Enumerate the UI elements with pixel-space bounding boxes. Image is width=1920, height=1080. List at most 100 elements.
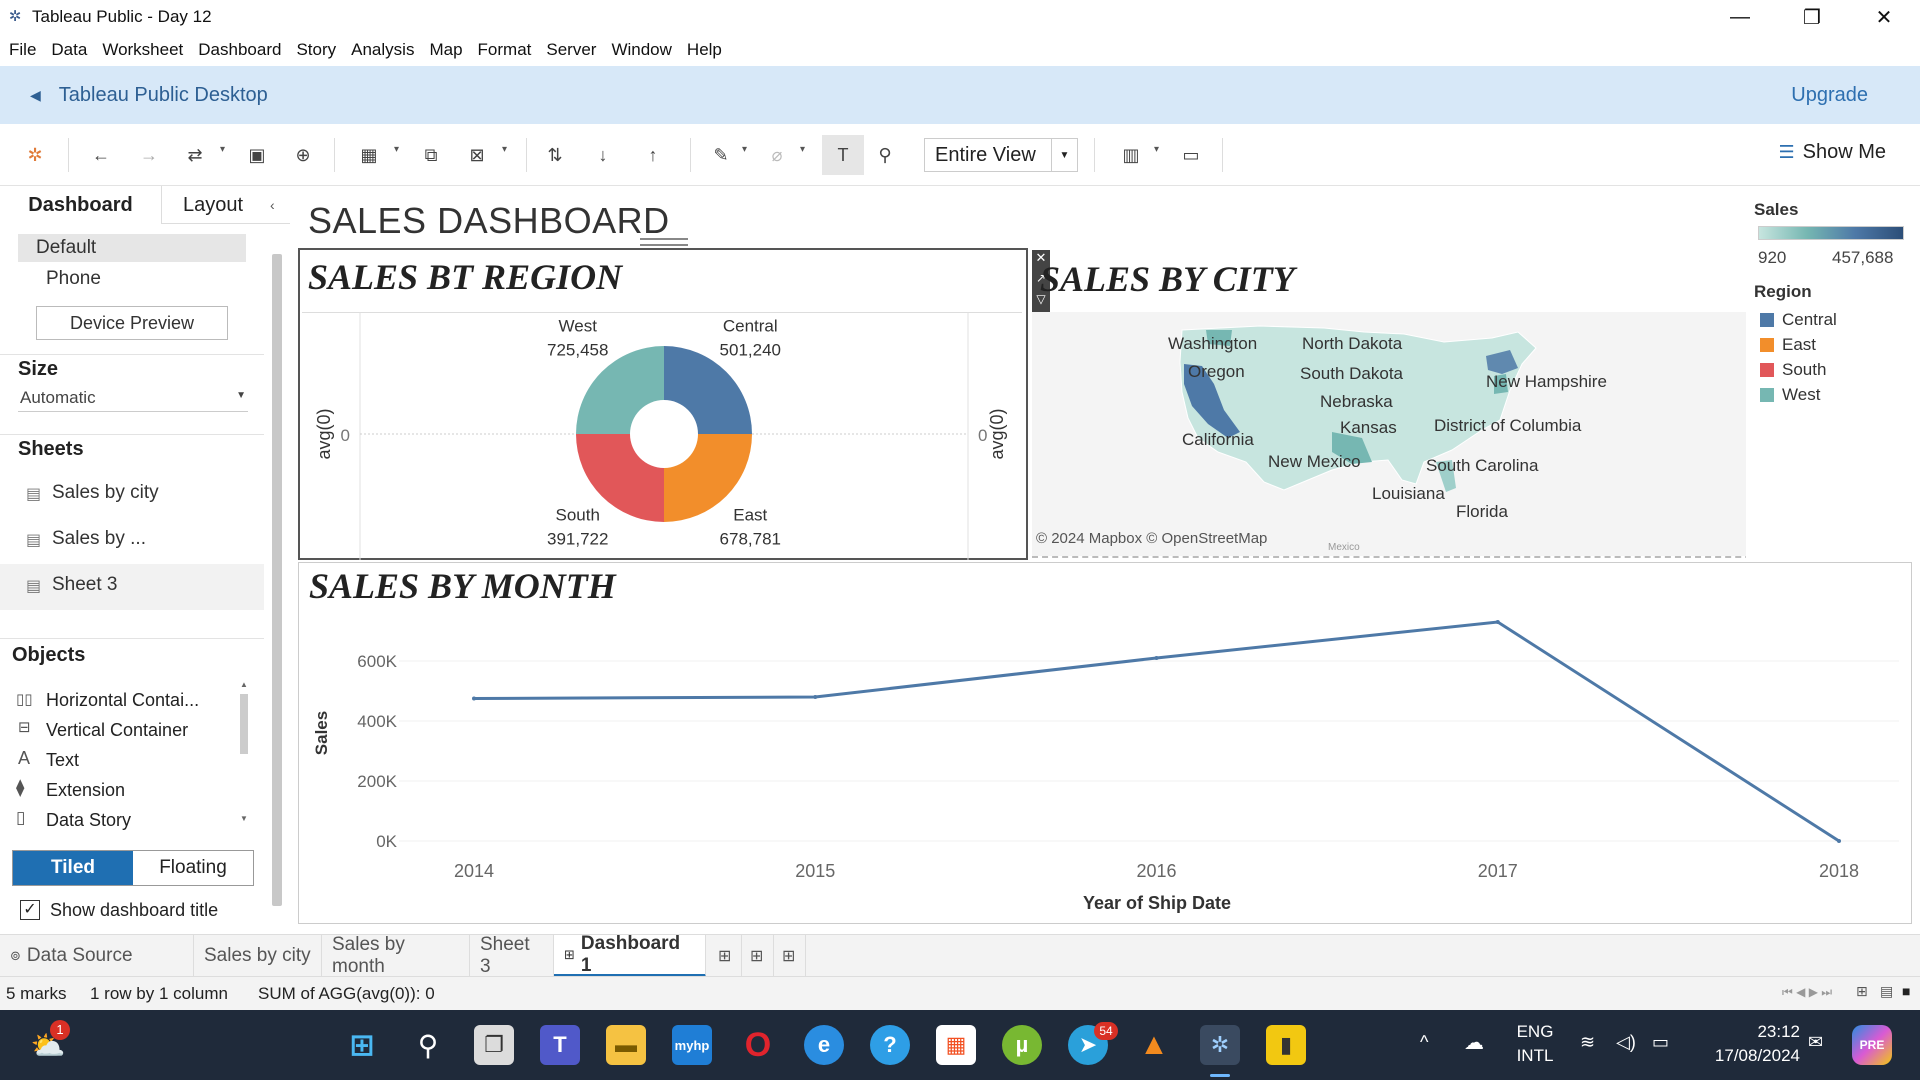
show-sheet-sorter-icon[interactable]: ⊞: [1856, 983, 1868, 1000]
object-item[interactable]: ⊟ Vertical Container: [16, 718, 236, 748]
save-icon[interactable]: ▣: [244, 142, 270, 168]
duplicate-icon[interactable]: ⧉: [418, 142, 444, 168]
presentation-icon[interactable]: ▭: [1178, 142, 1204, 168]
myhp-icon[interactable]: myhp: [672, 1025, 712, 1065]
new-dashboard-icon[interactable]: ⊞: [744, 935, 774, 977]
utorrent-icon[interactable]: µ: [1002, 1025, 1042, 1065]
menu-window[interactable]: Window: [611, 40, 671, 60]
device-default[interactable]: Default: [18, 234, 246, 262]
sheet-item[interactable]: ▤ Sheet 3: [0, 564, 264, 610]
line-point[interactable]: [1154, 656, 1159, 660]
wifi-icon[interactable]: ≋: [1580, 1032, 1595, 1053]
new-sheet-icon[interactable]: ▦: [356, 142, 382, 168]
size-dropdown[interactable]: Automatic ▼: [18, 386, 248, 412]
objects-scrollbar[interactable]: ▲ ▼: [238, 680, 250, 830]
restore-icon[interactable]: ❐: [1782, 0, 1842, 34]
region-zone[interactable]: SALES BT REGION avg(0) 0 avg(0) 0 Centra…: [298, 248, 1050, 560]
replay-dropdown-icon[interactable]: ▾: [220, 144, 225, 155]
sheet-item[interactable]: ▤ Sales by ...: [0, 520, 264, 564]
fit-dropdown[interactable]: Entire View ▼: [924, 138, 1078, 172]
show-me-button[interactable]: ☰ Show Me: [1778, 141, 1886, 164]
floating-button[interactable]: Floating: [133, 851, 253, 885]
line-point[interactable]: [1837, 839, 1841, 843]
vlc-icon[interactable]: ▲: [1134, 1025, 1174, 1065]
task-view-icon[interactable]: ❐: [474, 1025, 514, 1065]
menu-map[interactable]: Map: [429, 40, 462, 60]
group-dropdown-icon[interactable]: ▾: [800, 144, 805, 155]
menu-server[interactable]: Server: [546, 40, 596, 60]
upgrade-link[interactable]: Upgrade: [1791, 84, 1868, 107]
notifications-icon[interactable]: ✉: [1808, 1032, 1823, 1053]
tab-data-source[interactable]: ⊚ Data Source: [0, 935, 194, 977]
clock-time[interactable]: 23:12: [1690, 1022, 1800, 1042]
scroll-thumb[interactable]: [240, 694, 248, 754]
new-story-icon[interactable]: ⊞: [776, 935, 806, 977]
clear-dropdown-icon[interactable]: ▾: [502, 144, 507, 155]
chevron-up-icon[interactable]: ^: [1420, 1032, 1428, 1053]
opera-icon[interactable]: O: [738, 1025, 778, 1065]
keyboard-layout-label[interactable]: INTL: [1510, 1046, 1560, 1066]
cards-icon[interactable]: ▥: [1118, 142, 1144, 168]
sheet-item[interactable]: ▤ Sales by city: [0, 474, 264, 518]
tableau-taskbar-icon[interactable]: ✲: [1200, 1025, 1240, 1065]
teams-icon[interactable]: T: [540, 1025, 580, 1065]
cards-dropdown-icon[interactable]: ▾: [1154, 144, 1159, 155]
search-icon[interactable]: ⚲: [408, 1025, 448, 1065]
show-labels-icon[interactable]: T: [822, 135, 864, 175]
menu-file[interactable]: File: [9, 40, 36, 60]
redo-icon[interactable]: →: [136, 142, 162, 168]
sort-descending-icon[interactable]: ↑: [640, 142, 666, 168]
tab-sales-by-month[interactable]: Sales by month: [322, 934, 470, 977]
object-item[interactable]: A Text: [16, 748, 236, 778]
month-zone[interactable]: SALES BY MONTH Sales 0K 200K 400K 600K 2014…: [298, 562, 1912, 924]
minimize-icon[interactable]: —: [1710, 0, 1770, 34]
highlight-dropdown-icon[interactable]: ▾: [742, 144, 747, 155]
show-filmstrip-icon[interactable]: ▤: [1880, 983, 1893, 1000]
new-sheet-dropdown-icon[interactable]: ▾: [394, 144, 399, 155]
object-item[interactable]: ▯ Data Story: [16, 808, 236, 838]
pin-icon[interactable]: ⚲: [872, 142, 898, 168]
menu-help[interactable]: Help: [687, 40, 722, 60]
language-label[interactable]: ENG: [1510, 1022, 1560, 1042]
city-map[interactable]: Washington North Dakota Oregon South Dak…: [1032, 312, 1746, 556]
tab-dashboard[interactable]: Dashboard: [0, 186, 162, 224]
sheet-navigation-icon[interactable]: ⏮ ◀ ▶ ⏭: [1782, 985, 1832, 1000]
tableau-home-icon[interactable]: ✲: [22, 142, 48, 168]
line-point[interactable]: [472, 696, 476, 701]
battery-icon[interactable]: ▭: [1652, 1032, 1669, 1053]
edge-icon[interactable]: e: [804, 1025, 844, 1065]
highlight-icon[interactable]: ✎: [708, 142, 734, 168]
tiled-button[interactable]: Tiled: [13, 851, 133, 885]
tab-layout[interactable]: Layout: [162, 186, 264, 224]
tab-sales-by-city[interactable]: Sales by city: [194, 935, 322, 977]
menu-worksheet[interactable]: Worksheet: [102, 40, 183, 60]
line-point[interactable]: [1495, 620, 1500, 624]
show-title-checkbox[interactable]: ✓: [20, 900, 40, 920]
group-icon[interactable]: ⌀: [764, 142, 790, 168]
clear-sheet-icon[interactable]: ⊠: [464, 142, 490, 168]
new-data-source-icon[interactable]: ⊕: [290, 142, 316, 168]
clock-date[interactable]: 17/08/2024: [1690, 1046, 1800, 1066]
swap-icon[interactable]: ⇅: [542, 142, 568, 168]
copilot-icon[interactable]: PRE: [1852, 1025, 1892, 1065]
volume-icon[interactable]: ◁): [1616, 1032, 1636, 1053]
device-phone[interactable]: Phone: [46, 268, 101, 290]
menu-analysis[interactable]: Analysis: [351, 40, 414, 60]
file-explorer-icon[interactable]: ▬: [606, 1025, 646, 1065]
object-item[interactable]: ▯▯ Horizontal Contai...: [16, 688, 236, 718]
undo-icon[interactable]: ←: [88, 142, 114, 168]
menu-story[interactable]: Story: [296, 40, 336, 60]
help-icon[interactable]: ?: [870, 1025, 910, 1065]
replay-icon[interactable]: ⇄: [182, 142, 208, 168]
show-tabs-icon[interactable]: ■: [1902, 983, 1910, 999]
tab-sheet-3[interactable]: Sheet 3: [470, 934, 554, 977]
tab-dashboard-1[interactable]: ⊞ Dashboard 1: [554, 933, 706, 977]
line-point[interactable]: [813, 695, 818, 699]
close-icon[interactable]: ✕: [1854, 0, 1914, 34]
panel-scrollbar[interactable]: [272, 254, 282, 906]
collapse-icon[interactable]: ‹: [270, 186, 275, 224]
device-preview-button[interactable]: Device Preview: [36, 306, 228, 340]
object-item[interactable]: ⧫ Extension: [16, 778, 236, 808]
menu-dashboard[interactable]: Dashboard: [198, 40, 281, 60]
menu-data[interactable]: Data: [51, 40, 87, 60]
